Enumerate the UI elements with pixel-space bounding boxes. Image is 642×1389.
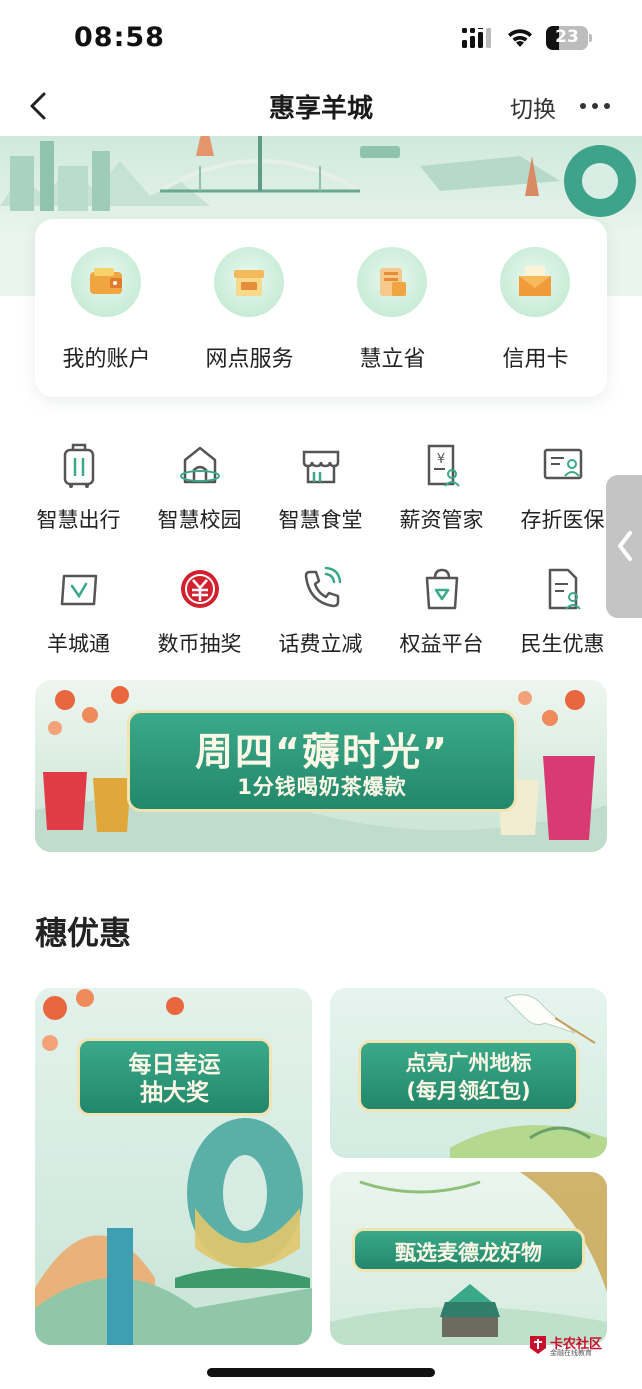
service-item-yangchengtong[interactable]: 羊城通: [18, 566, 139, 676]
service-item-passbook-insurance[interactable]: 存折医保: [502, 442, 623, 552]
coupon-icon: [357, 247, 427, 317]
service-label: 羊城通: [47, 632, 110, 656]
wifi-icon: [508, 29, 532, 47]
quick-menu-card: 我的账户 网点服务 慧立省 信用卡: [35, 219, 607, 397]
quick-label: 慧立省: [359, 347, 426, 372]
service-item-smart-campus[interactable]: 智慧校园: [139, 442, 260, 552]
shopping-bag-icon: [425, 568, 459, 610]
offer-plaque: 每日幸运抽大奖: [77, 1038, 272, 1116]
offer-card-daily-lottery[interactable]: 每日幸运抽大奖: [35, 988, 312, 1345]
offer-label: 每日幸运抽大奖: [128, 1052, 221, 1106]
bank-counter-icon: [214, 247, 284, 317]
home-indicator[interactable]: [207, 1368, 435, 1377]
phone-icon: [304, 566, 342, 608]
svg-text:¥: ¥: [437, 452, 445, 467]
side-collapse-handle[interactable]: [606, 475, 642, 618]
section-title: 穗优惠: [35, 914, 132, 952]
document-user-icon: [548, 568, 581, 610]
watermark-icon: [530, 1336, 546, 1354]
service-label: 数币抽奖: [157, 632, 242, 656]
promo-plaque: 周四“薅时光” 1分钱喝奶茶爆款: [127, 710, 517, 812]
salary-doc-icon: ¥: [427, 444, 460, 487]
digital-yuan-icon: [181, 570, 219, 608]
offer-label: 甄选麦德龙好物: [395, 1241, 542, 1265]
offer-plaque: 点亮广州地标(每月领红包): [358, 1040, 579, 1112]
chevron-left-icon: [618, 531, 632, 561]
page: 08:58 23 惠享羊城 切换 我的账户 网点服务 慧立省 信用卡 智慧出行 …: [0, 0, 642, 1389]
offer-card-metro-goods[interactable]: 甄选麦德龙好物: [330, 1172, 607, 1345]
canteen-icon: [302, 450, 340, 484]
offer-label: 点亮广州地标(每月领红包): [405, 1051, 532, 1103]
service-label: 智慧出行: [36, 508, 121, 532]
campus-icon: [180, 446, 220, 484]
service-item-smart-canteen[interactable]: 智慧食堂: [260, 442, 381, 552]
transit-card-icon: [60, 574, 98, 606]
watermark-subtext: 金融在线教育: [550, 1349, 592, 1357]
service-label: 话费立减: [278, 632, 363, 656]
service-label: 存折医保: [520, 508, 605, 532]
switch-button[interactable]: 切换: [510, 90, 556, 124]
status-bar: 08:58 23: [0, 0, 642, 78]
promo-banner[interactable]: 周四“薅时光” 1分钱喝奶茶爆款: [35, 680, 607, 852]
service-item-digital-currency-lottery[interactable]: 数币抽奖: [139, 566, 260, 676]
service-item-benefits-platform[interactable]: 权益平台: [381, 566, 502, 676]
service-item-salary-manager[interactable]: ¥ 薪资管家: [381, 442, 502, 552]
promo-title: 周四“薅时光”: [195, 730, 449, 774]
more-icon[interactable]: [578, 94, 612, 118]
service-item-phone-bill-discount[interactable]: 话费立减: [260, 566, 381, 676]
service-label: 薪资管家: [399, 508, 484, 532]
wallet-icon: [71, 247, 141, 317]
quick-label: 网点服务: [205, 347, 294, 372]
service-label: 智慧校园: [157, 508, 242, 532]
battery-icon: 23: [546, 26, 592, 50]
quick-label: 我的账户: [62, 347, 151, 372]
service-label: 权益平台: [399, 632, 484, 656]
quick-item-credit-card[interactable]: 信用卡: [464, 247, 607, 377]
service-item-smart-travel[interactable]: 智慧出行: [18, 442, 139, 552]
quick-label: 信用卡: [502, 347, 569, 372]
quick-item-branch-service[interactable]: 网点服务: [178, 247, 321, 377]
service-label: 智慧食堂: [278, 508, 363, 532]
offer-plaque: 甄选麦德龙好物: [352, 1228, 585, 1272]
quick-item-huilisheng[interactable]: 慧立省: [321, 247, 464, 377]
watermark-logo: 卡农社区 金融在线教育: [528, 1333, 608, 1357]
credit-card-envelope-icon: [500, 247, 570, 317]
offer-card-guangzhou-landmark[interactable]: 点亮广州地标(每月领红包): [330, 988, 607, 1158]
passbook-icon: [543, 448, 583, 480]
luggage-icon: [63, 443, 95, 488]
signal-icon: [462, 28, 491, 48]
status-time: 08:58: [74, 22, 165, 53]
battery-level: 23: [555, 27, 579, 47]
nav-bar: 惠享羊城 切换: [0, 78, 642, 136]
service-label: 民生优惠: [520, 632, 605, 656]
promo-subtitle: 1分钱喝奶茶爆款: [237, 775, 407, 799]
service-item-minsheng-discount[interactable]: 民生优惠: [502, 566, 623, 676]
quick-item-my-account[interactable]: 我的账户: [35, 247, 178, 377]
